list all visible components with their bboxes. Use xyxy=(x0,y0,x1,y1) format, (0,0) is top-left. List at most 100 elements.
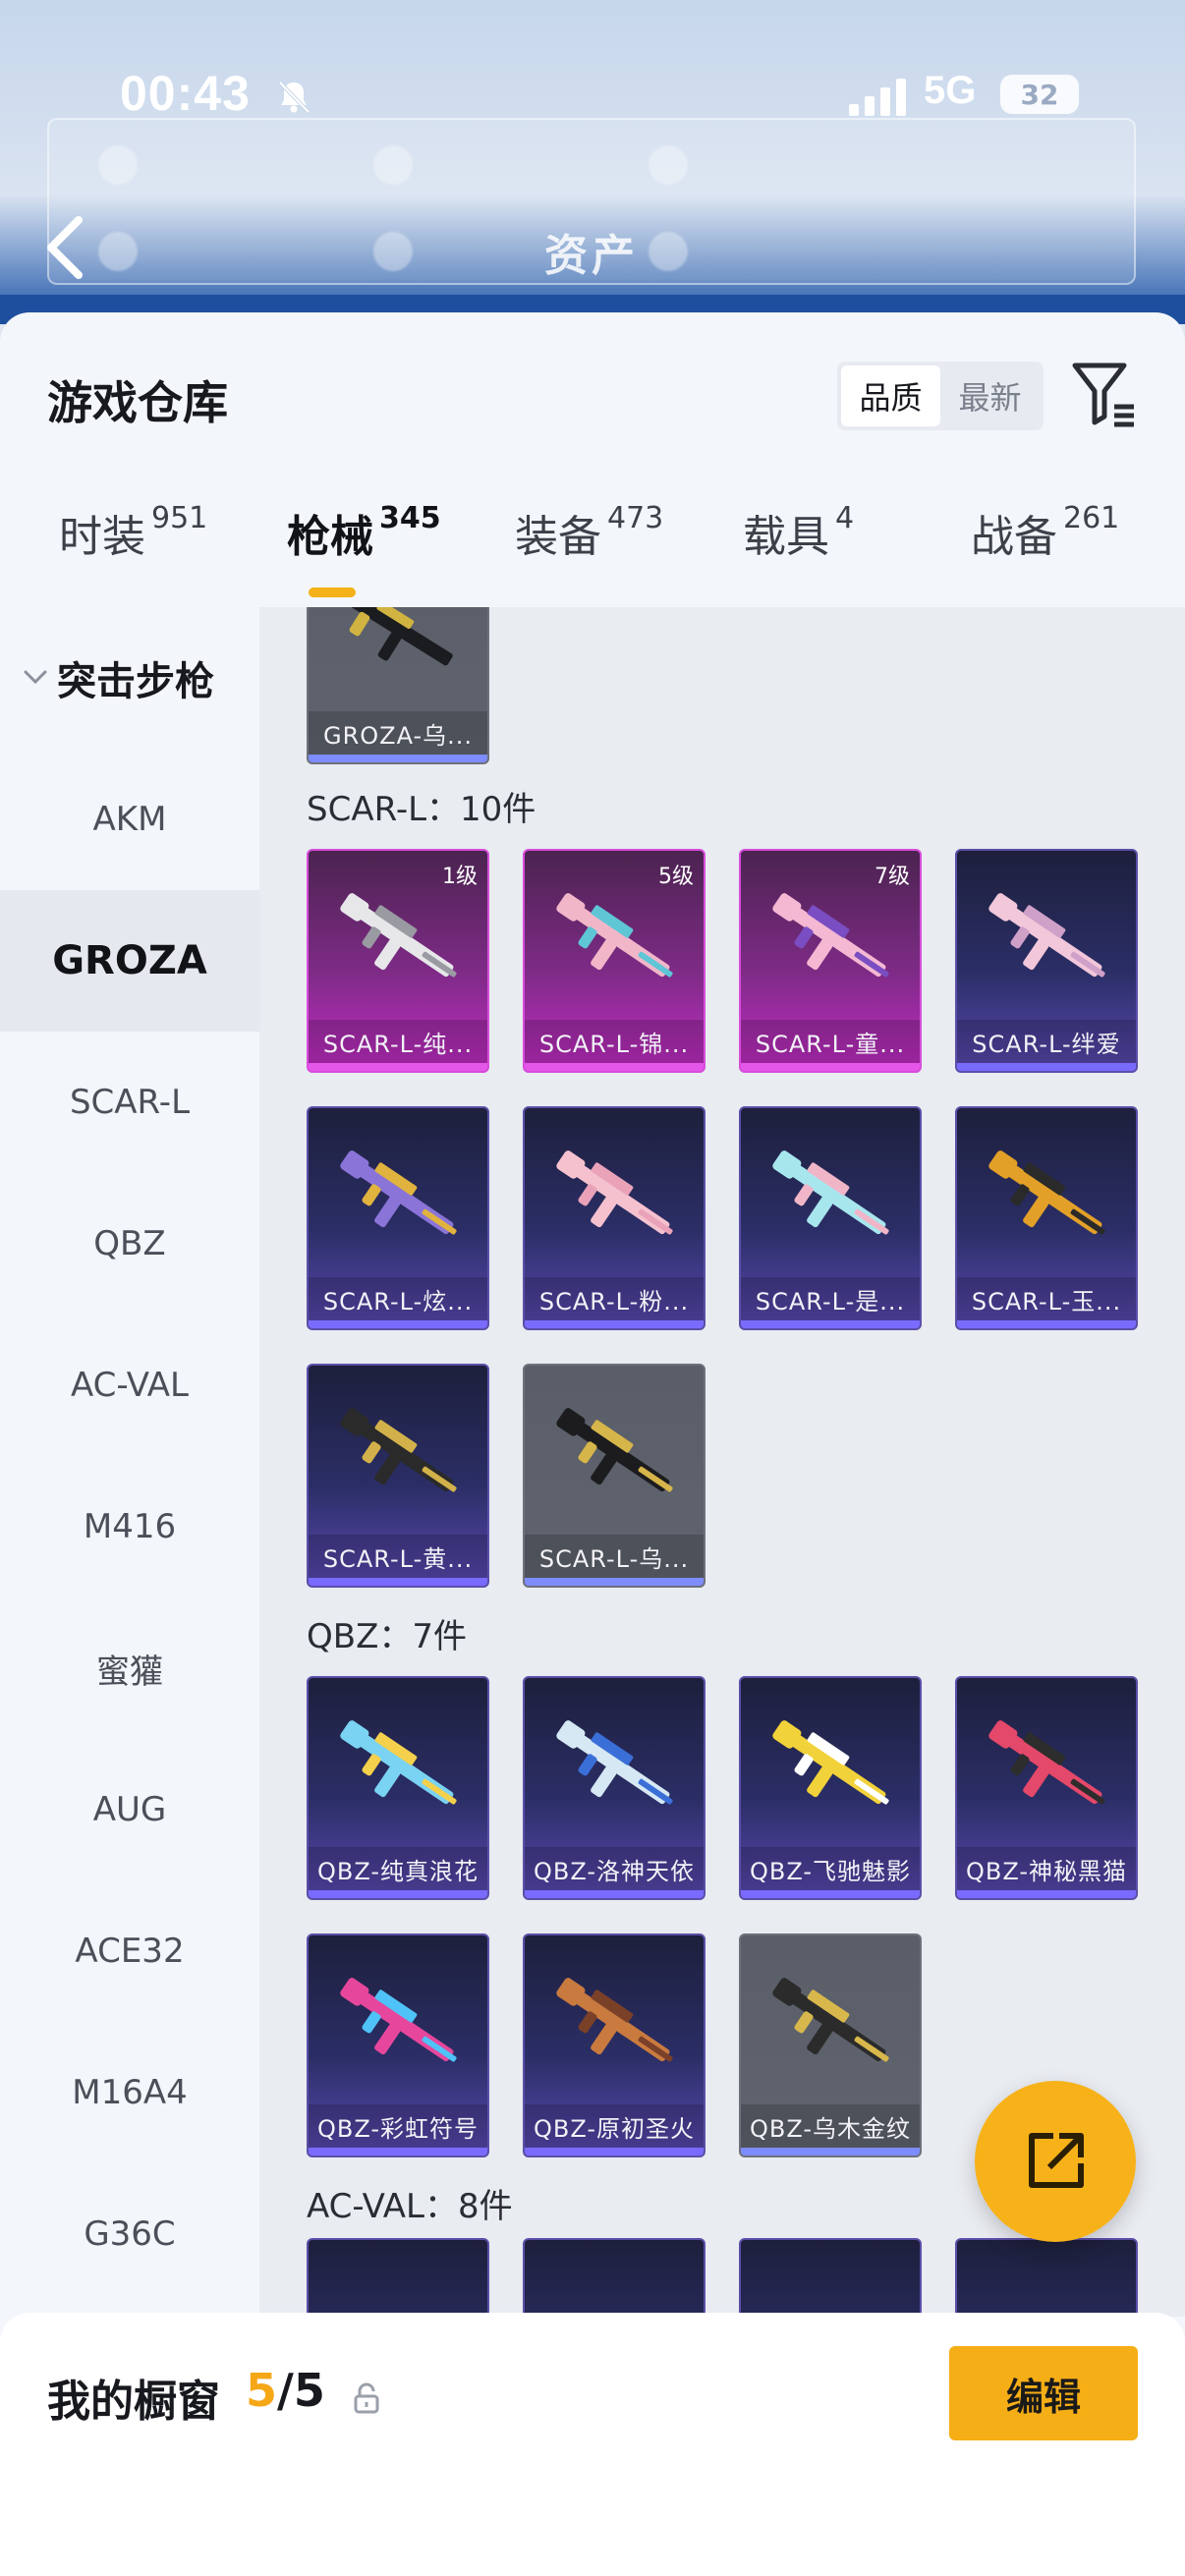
weapon-card[interactable]: SCAR-L-乌... xyxy=(523,1364,705,1588)
weapon-name: SCAR-L-粉... xyxy=(525,1277,704,1320)
weapon-name: SCAR-L-是... xyxy=(741,1277,920,1320)
weapon-name: SCAR-L-纯... xyxy=(309,1020,487,1063)
weapon-name: SCAR-L-玉... xyxy=(957,1277,1136,1320)
signal-icon xyxy=(849,79,906,116)
category-group-header[interactable]: 突击步枪 xyxy=(0,607,259,749)
weapon-card[interactable] xyxy=(739,2238,922,2317)
category-rail: 突击步枪 AKM GROZA SCAR-L QBZ AC-VAL M416 蜜獾… xyxy=(0,607,259,2317)
weapon-card[interactable]: 1级 SCAR-L-纯... xyxy=(307,849,489,1073)
weapon-grid: GROZA-乌... SCAR-L：10件 1级 SCAR-L-纯... 5级 SCA… xyxy=(259,607,1185,2317)
weapon-card[interactable]: QBZ-乌木金纹 xyxy=(739,1933,922,2157)
weapon-level: 7级 xyxy=(875,865,910,889)
weapon-card[interactable]: SCAR-L-是... xyxy=(739,1106,922,1330)
category-item[interactable]: AKM xyxy=(0,749,259,890)
share-button[interactable] xyxy=(975,2081,1136,2242)
backdrop-icon xyxy=(649,145,688,185)
section-label: QBZ：7件 xyxy=(307,1617,468,1656)
rarity-bar xyxy=(525,1890,704,1898)
weapon-card[interactable] xyxy=(307,2238,489,2317)
backdrop-icon xyxy=(649,232,688,271)
tab-count: 261 xyxy=(1063,501,1120,535)
category-item[interactable]: AUG xyxy=(0,1739,259,1880)
backdrop-icon xyxy=(98,232,138,271)
weapon-card[interactable]: SCAR-L-绊爱 xyxy=(955,849,1138,1073)
rarity-bar xyxy=(309,755,487,762)
tab-count: 473 xyxy=(607,501,664,535)
category-group-label: 突击步枪 xyxy=(57,659,214,704)
rarity-bar xyxy=(525,1320,704,1328)
active-tab-indicator xyxy=(309,588,356,597)
rarity-bar xyxy=(741,1320,920,1328)
tab-label: 枪械 xyxy=(287,512,373,562)
gun-image xyxy=(772,1150,889,1235)
weapon-card[interactable]: QBZ-洛神天依 xyxy=(523,1676,705,1900)
weapon-card[interactable]: QBZ-飞驰魅影 xyxy=(739,1676,922,1900)
weapon-card[interactable]: SCAR-L-炫... xyxy=(307,1106,489,1330)
weapon-name: QBZ-彩虹符号 xyxy=(309,2104,487,2148)
tab-firearms[interactable]: 枪械 345 xyxy=(287,501,441,564)
gun-image xyxy=(772,1720,889,1805)
gun-image xyxy=(556,1408,673,1492)
weapon-card[interactable]: GROZA-乌... xyxy=(307,607,489,764)
weapon-card[interactable]: 7级 SCAR-L-童... xyxy=(739,849,922,1073)
section-label: SCAR-L：10件 xyxy=(307,790,536,829)
tab-label: 载具 xyxy=(743,512,829,562)
showcase-label: 我的橱窗 xyxy=(47,2377,220,2427)
weapon-card[interactable]: QBZ-彩虹符号 xyxy=(307,1933,489,2157)
category-item[interactable]: G36C xyxy=(0,2163,259,2305)
gun-image xyxy=(340,893,457,978)
weapon-card[interactable]: SCAR-L-粉... xyxy=(523,1106,705,1330)
tab-vehicles[interactable]: 载具 4 xyxy=(743,501,854,564)
weapon-card[interactable]: QBZ-原初圣火 xyxy=(523,1933,705,2157)
backdrop-icon xyxy=(373,232,413,271)
share-icon xyxy=(1029,2133,1084,2188)
gun-image xyxy=(988,893,1105,978)
showcase-used: 5 xyxy=(246,2364,278,2417)
status-time: 00:43 xyxy=(120,66,251,121)
lock-icon xyxy=(354,2382,379,2414)
rarity-bar xyxy=(957,1320,1136,1328)
weapon-card[interactable]: SCAR-L-黄... xyxy=(307,1364,489,1588)
category-item[interactable]: M416 xyxy=(0,1456,259,1597)
backdrop-icon xyxy=(98,145,138,185)
tab-label: 战备 xyxy=(971,512,1057,562)
showcase-bar: 我的橱窗 5/5 编辑 xyxy=(0,2313,1185,2576)
category-item[interactable]: SCAR-L xyxy=(0,1032,259,1173)
weapon-card[interactable]: SCAR-L-玉... xyxy=(955,1106,1138,1330)
rarity-bar xyxy=(957,1890,1136,1898)
sort-latest-option[interactable]: 最新 xyxy=(940,365,1040,426)
gun-image xyxy=(556,1978,673,2062)
filter-icon[interactable] xyxy=(1071,360,1138,428)
tab-count: 951 xyxy=(151,501,208,535)
weapon-card[interactable] xyxy=(523,2238,705,2317)
weapon-card[interactable]: 5级 SCAR-L-锦... xyxy=(523,849,705,1073)
rarity-bar xyxy=(309,1890,487,1898)
weapon-name: QBZ-纯真浪花 xyxy=(309,1847,487,1890)
tab-fashion[interactable]: 时装 951 xyxy=(59,501,207,564)
rarity-bar xyxy=(309,1063,487,1071)
rarity-bar xyxy=(741,1063,920,1071)
weapon-card[interactable]: QBZ-纯真浪花 xyxy=(307,1676,489,1900)
tab-supplies[interactable]: 战备 261 xyxy=(971,501,1119,564)
category-item-selected[interactable]: GROZA xyxy=(0,890,259,1032)
tab-count: 4 xyxy=(835,501,855,535)
edit-button[interactable]: 编辑 xyxy=(949,2346,1138,2440)
weapon-card[interactable] xyxy=(955,2238,1138,2317)
weapon-name: SCAR-L-炫... xyxy=(309,1277,487,1320)
gun-image xyxy=(772,893,889,978)
category-item[interactable]: 蜜獾 xyxy=(0,1597,259,1739)
back-arrow-icon[interactable] xyxy=(39,212,94,283)
weapon-card[interactable]: QBZ-神秘黑猫 xyxy=(955,1676,1138,1900)
category-item[interactable]: M16A4 xyxy=(0,2022,259,2163)
category-item[interactable]: QBZ xyxy=(0,1173,259,1315)
tab-equipment[interactable]: 装备 473 xyxy=(515,501,663,564)
showcase-total: /5 xyxy=(277,2364,325,2417)
section-label: AC-VAL：8件 xyxy=(307,2187,513,2226)
battery-indicator: 32 xyxy=(1000,75,1079,114)
warehouse-sheet: 游戏仓库 品质 最新 时装 951 枪械 345 装备 473 载具 4 战备 … xyxy=(0,312,1185,2576)
category-item[interactable]: AC-VAL xyxy=(0,1315,259,1456)
sort-quality-option[interactable]: 品质 xyxy=(841,365,940,426)
showcase-count: 5/5 xyxy=(246,2364,325,2417)
category-item[interactable]: ACE32 xyxy=(0,1880,259,2022)
gun-image xyxy=(988,1720,1105,1805)
